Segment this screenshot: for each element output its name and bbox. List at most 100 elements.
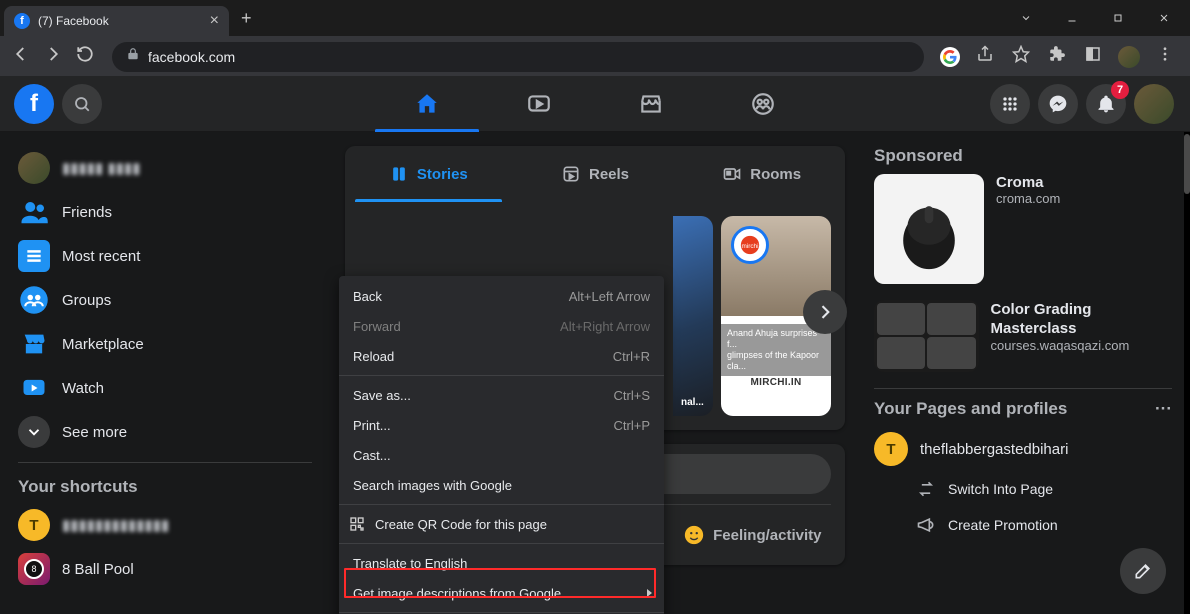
page-name: theflabbergastedbihari (920, 441, 1068, 458)
shortcut-label: ▮▮▮▮▮▮▮▮▮▮▮▮▮ (62, 516, 169, 534)
shortcut-item[interactable]: T ▮▮▮▮▮▮▮▮▮▮▮▮▮ (10, 503, 320, 547)
tab-reels[interactable]: Reels (512, 146, 679, 202)
share-icon[interactable] (974, 45, 996, 68)
story-caption: glimpses of the Kapoor cla... (727, 350, 825, 372)
messenger-button[interactable] (1038, 84, 1078, 124)
minimize-window-icon[interactable] (1050, 3, 1094, 33)
forward-button[interactable] (42, 45, 64, 68)
divider (874, 388, 1172, 389)
sidebar-item-profile[interactable]: ▮▮▮▮▮ ▮▮▮▮ (10, 146, 320, 190)
browser-toolbar: facebook.com (0, 36, 1190, 76)
nav-groups[interactable] (707, 76, 819, 132)
page-action-label: Create Promotion (948, 517, 1058, 533)
sponsor-url: courses.waqasqazi.com (991, 338, 1172, 353)
qr-icon (349, 516, 365, 532)
ctx-forward[interactable]: ForwardAlt+Right Arrow (339, 311, 664, 341)
chevron-down-icon[interactable] (1004, 3, 1048, 33)
sidebar-item-groups[interactable]: Groups (10, 278, 320, 322)
pages-heading: Your Pages and profiles (874, 399, 1067, 419)
story-caption: Anand Ahuja surprises f... (727, 328, 825, 350)
maximize-window-icon[interactable] (1096, 3, 1140, 33)
context-menu: BackAlt+Left Arrow ForwardAlt+Right Arro… (339, 276, 664, 614)
browser-titlebar: f (7) Facebook × + (0, 0, 1190, 36)
tab-label: Reels (589, 166, 629, 183)
menu-grid-button[interactable] (990, 84, 1030, 124)
sidebar-item-see-more[interactable]: See more (10, 410, 320, 454)
composer-feeling[interactable]: Feeling/activity (674, 515, 831, 555)
sidebar-item-label: Groups (62, 292, 111, 309)
story-label: Mirchi Plus (729, 394, 823, 408)
extensions-icon[interactable] (1046, 45, 1068, 68)
sponsored-item-color-grading[interactable]: Color Grading Masterclass courses.waqasq… (874, 300, 1172, 372)
create-promotion[interactable]: Create Promotion (874, 507, 1172, 543)
eight-ball-icon: 8 (18, 553, 50, 585)
avatar-icon (18, 152, 50, 184)
sponsor-image (874, 300, 979, 372)
scrollbar-thumb[interactable] (1184, 134, 1190, 194)
ctx-save-as[interactable]: Save as...Ctrl+S (339, 380, 664, 410)
new-message-button[interactable] (1120, 548, 1166, 594)
divider (18, 462, 312, 463)
shortcut-item-8-ball-pool[interactable]: 8 8 Ball Pool (10, 547, 320, 591)
shortcuts-heading: Your shortcuts (10, 471, 320, 503)
notifications-button[interactable]: 7 (1086, 84, 1126, 124)
ctx-qr-code[interactable]: Create QR Code for this page (339, 509, 664, 539)
ctx-search-images[interactable]: Search images with Google (339, 470, 664, 500)
new-tab-button[interactable]: + (241, 8, 252, 29)
ctx-print[interactable]: Print...Ctrl+P (339, 410, 664, 440)
back-button[interactable] (10, 45, 32, 68)
profile-avatar-icon[interactable] (1118, 46, 1140, 68)
friends-icon (18, 196, 50, 228)
sponsor-title: Color Grading Masterclass (991, 300, 1172, 338)
marketplace-icon (18, 328, 50, 360)
bookmark-star-icon[interactable] (1010, 45, 1032, 68)
nav-marketplace[interactable] (595, 76, 707, 132)
sidebar-item-label: Watch (62, 380, 104, 397)
watch-icon (18, 372, 50, 404)
sponsored-item-croma[interactable]: Croma croma.com (874, 174, 1172, 284)
reload-button[interactable] (74, 45, 96, 68)
nav-watch[interactable] (483, 76, 595, 132)
sidebar-item-label: See more (62, 424, 127, 441)
close-window-icon[interactable] (1142, 3, 1186, 33)
story-card[interactable]: nal... (673, 216, 713, 416)
sidebar-item-friends[interactable]: Friends (10, 190, 320, 234)
facebook-header: f 7 (0, 76, 1190, 132)
recent-icon (18, 240, 50, 272)
ctx-reload[interactable]: ReloadCtrl+R (339, 341, 664, 371)
tab-stories[interactable]: Stories (345, 146, 512, 202)
page-item[interactable]: T theflabbergastedbihari (874, 427, 1172, 471)
google-icon[interactable] (940, 47, 960, 67)
facebook-logo[interactable]: f (14, 84, 54, 124)
sponsor-image (874, 174, 984, 284)
lock-icon (126, 47, 140, 66)
browser-tab[interactable]: f (7) Facebook × (4, 6, 229, 36)
tab-rooms[interactable]: Rooms (678, 146, 845, 202)
switch-into-page[interactable]: Switch Into Page (874, 471, 1172, 507)
sponsor-url: croma.com (996, 191, 1060, 206)
address-bar[interactable]: facebook.com (112, 42, 924, 72)
composer-label: Feeling/activity (713, 527, 821, 544)
chevron-down-icon (18, 416, 50, 448)
sponsor-title: Croma (996, 174, 1060, 191)
switch-icon (916, 479, 936, 499)
ctx-back[interactable]: BackAlt+Left Arrow (339, 281, 664, 311)
nav-home[interactable] (371, 76, 483, 132)
sidebar-item-most-recent[interactable]: Most recent (10, 234, 320, 278)
sidebar-item-watch[interactable]: Watch (10, 366, 320, 410)
story-ring-icon: mirchi (731, 226, 769, 264)
groups-icon (18, 284, 50, 316)
reading-list-icon[interactable] (1082, 45, 1104, 68)
search-button[interactable] (62, 84, 102, 124)
sidebar-item-label: Friends (62, 204, 112, 221)
profile-menu-button[interactable] (1134, 84, 1174, 124)
more-icon[interactable]: ··· (1155, 399, 1172, 419)
stories-next-button[interactable] (803, 290, 847, 334)
kebab-menu-icon[interactable] (1154, 45, 1176, 68)
sidebar-item-label: ▮▮▮▮▮ ▮▮▮▮ (62, 159, 140, 177)
close-tab-icon[interactable]: × (210, 12, 219, 30)
sidebar-item-marketplace[interactable]: Marketplace (10, 322, 320, 366)
facebook-favicon: f (14, 13, 30, 29)
ctx-cast[interactable]: Cast... (339, 440, 664, 470)
svg-text:mirchi: mirchi (741, 243, 758, 250)
